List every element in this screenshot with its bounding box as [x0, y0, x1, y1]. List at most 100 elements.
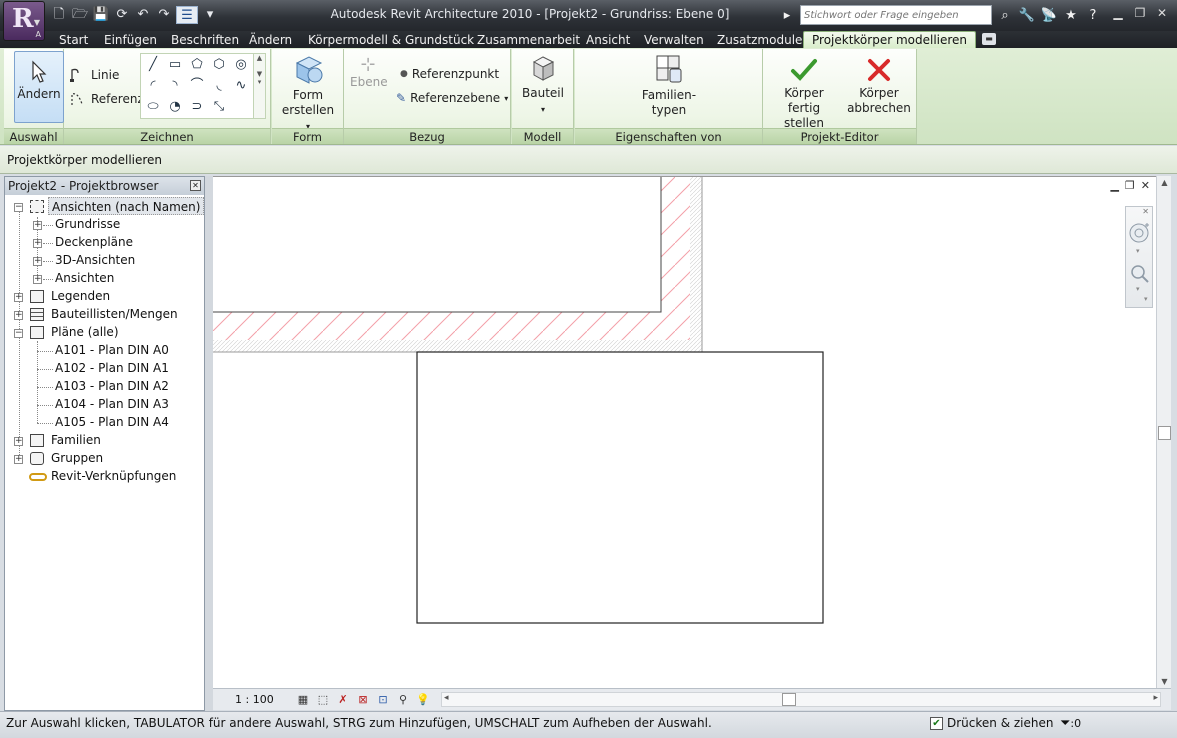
selection-filter[interactable]: ⏷:0 — [1060, 712, 1081, 735]
switch-windows-icon[interactable]: ☰ — [176, 6, 198, 24]
tab-manage[interactable]: Verwalten — [644, 32, 704, 48]
tree-expander-collapse[interactable]: − — [14, 203, 23, 212]
mass-rectangle[interactable] — [416, 351, 824, 624]
draw-polygon-icon[interactable]: ⬠ — [187, 55, 207, 75]
horizontal-scrollbar[interactable]: ◂ ▸ — [441, 692, 1161, 707]
view-scale[interactable]: 1 : 100 — [235, 693, 274, 706]
tab-addins[interactable]: Zusatzmodule — [717, 32, 802, 48]
component-button[interactable]: Bauteil ▾ — [518, 53, 568, 117]
tab-collaborate[interactable]: Zusammenarbeit — [477, 32, 580, 48]
close-icon[interactable]: ✕ — [190, 180, 201, 191]
tree-expander-expand[interactable]: + — [14, 437, 23, 446]
tab-start[interactable]: Start — [59, 32, 88, 48]
tree-item-sheet[interactable]: A103 - Plan DIN A2 — [55, 377, 169, 395]
tree-item-ceiling-plans[interactable]: Deckenpläne — [55, 233, 133, 251]
tree-expander-collapse[interactable]: − — [14, 329, 23, 338]
tab-annotate[interactable]: Beschriften — [171, 32, 239, 48]
tree-item-views[interactable]: Ansichten (nach Namen) — [48, 197, 205, 215]
tree-expander-expand[interactable]: + — [14, 455, 23, 464]
sync-icon[interactable]: ⟳ — [113, 6, 131, 24]
restore-icon[interactable]: ❐ — [1131, 4, 1149, 22]
draw-partial-ellipse-icon[interactable]: ◔ — [165, 97, 185, 117]
draw-arc-start-end-icon[interactable]: ◜ — [143, 76, 163, 96]
communication-icon[interactable]: 📡 — [1040, 8, 1058, 23]
draw-ellipse-icon[interactable]: ⬭ — [143, 97, 163, 117]
draw-rectangle-icon[interactable]: ▭ — [165, 55, 185, 75]
cancel-mass-button[interactable]: Körper abbrechen — [845, 57, 913, 116]
crop-view-icon[interactable]: ⊠ — [355, 692, 371, 707]
reference-point-button[interactable]: ● Referenzpunkt — [400, 67, 499, 81]
checkbox-checked-icon[interactable]: ✔ — [930, 716, 943, 730]
expand-search-icon[interactable]: ▸ — [778, 8, 796, 23]
subscription-icon[interactable]: 🔧 — [1018, 8, 1036, 23]
reference-button[interactable]: Referenz — [69, 91, 144, 107]
minimize-icon[interactable]: ▁ — [1110, 179, 1118, 192]
close-icon[interactable]: ✕ — [1153, 4, 1171, 22]
wall-hatch-region[interactable] — [213, 177, 690, 340]
shadows-off-icon[interactable]: ✗ — [335, 692, 351, 707]
draw-circle-icon[interactable]: ◎ — [231, 55, 251, 75]
help-icon[interactable]: ? — [1084, 8, 1102, 23]
redo-icon[interactable]: ↷ — [155, 6, 173, 24]
restore-icon[interactable]: ❐ — [1125, 179, 1135, 192]
favorites-star-icon[interactable]: ★ — [1062, 8, 1080, 23]
search-input[interactable] — [800, 5, 992, 25]
tree-expander-expand[interactable]: + — [14, 293, 23, 302]
tree-item-3d-views[interactable]: 3D-Ansichten — [55, 251, 135, 269]
new-file-icon[interactable]: 🗋 — [50, 6, 68, 24]
steering-wheel-icon[interactable] — [1128, 221, 1152, 245]
chevron-down-icon[interactable]: ▾ — [1136, 247, 1140, 255]
tree-item-revit-links[interactable]: Revit-Verknüpfungen — [51, 467, 176, 485]
undo-icon[interactable]: ↶ — [134, 6, 152, 24]
draw-point-icon[interactable]: ⊃ — [187, 97, 207, 117]
zoom-icon[interactable] — [1129, 263, 1151, 285]
draw-tangent-arc-icon[interactable]: ⌒ — [187, 76, 207, 96]
level-button[interactable]: ⊹ Ebene — [350, 56, 388, 90]
tab-model-inplace-mass[interactable]: Projektkörper modellieren — [803, 31, 977, 49]
tree-item-sheet[interactable]: A105 - Plan DIN A4 — [55, 413, 169, 431]
draw-circumscribed-polygon-icon[interactable]: ⬡ — [209, 55, 229, 75]
tree-item-sheet[interactable]: A102 - Plan DIN A1 — [55, 359, 169, 377]
reveal-hidden-icon[interactable]: 💡 — [415, 692, 431, 707]
tree-item-sheet[interactable]: A101 - Plan DIN A0 — [55, 341, 169, 359]
vertical-scrollbar[interactable]: ▲ ▼ — [1156, 176, 1171, 688]
tree-item-families[interactable]: Familien — [51, 431, 101, 449]
application-menu-button[interactable]: R A ▼ — [3, 1, 45, 41]
tab-massing-site[interactable]: Körpermodell & Grundstück — [308, 32, 474, 48]
tab-modify[interactable]: Ändern — [249, 32, 292, 48]
tree-expander-expand[interactable]: + — [33, 275, 42, 284]
gallery-scroll[interactable]: ▲ ▼ ▾ — [253, 54, 265, 118]
temporary-hide-icon[interactable]: ⚲ — [395, 692, 411, 707]
line-button[interactable]: Linie — [69, 67, 119, 83]
finish-mass-button[interactable]: Körper fertig stellen — [767, 57, 841, 131]
wall-inner-line[interactable] — [213, 177, 662, 313]
close-icon[interactable]: ✕ — [1142, 207, 1149, 216]
tree-expander-expand[interactable]: + — [33, 239, 42, 248]
open-folder-icon[interactable]: 🗁 — [71, 6, 89, 24]
nav-bar-options-icon[interactable]: ▾ — [1144, 295, 1148, 303]
modify-button[interactable]: Ändern — [14, 51, 64, 123]
scroll-right-icon[interactable]: ▸ — [1153, 693, 1158, 703]
draw-spline-icon[interactable]: ∿ — [231, 76, 251, 96]
tree-item-sheet[interactable]: A104 - Plan DIN A3 — [55, 395, 169, 413]
tab-insert[interactable]: Einfügen — [104, 32, 157, 48]
pick-lines-icon[interactable]: ⤡ — [209, 97, 229, 117]
binoculars-icon[interactable]: ⌕ — [996, 8, 1014, 23]
ribbon-minimize-icon[interactable]: ▬ — [982, 33, 996, 45]
tree-item-groups[interactable]: Gruppen — [51, 449, 103, 467]
tree-item-schedules[interactable]: Bauteillisten/Mengen — [51, 305, 178, 323]
visual-style-icon[interactable]: ⬚ — [315, 692, 331, 707]
detail-level-icon[interactable]: ▦ — [295, 692, 311, 707]
minimize-icon[interactable]: ▁ — [1109, 4, 1127, 22]
create-form-button[interactable]: Form erstellen ▾ — [280, 53, 336, 134]
drawing-area[interactable]: ▁ ❐ ✕ — [213, 176, 1156, 688]
draw-fillet-arc-icon[interactable]: ◟ — [209, 76, 229, 96]
scroll-up-icon[interactable]: ▲ — [1157, 178, 1172, 187]
scroll-down-icon[interactable]: ▼ — [1157, 677, 1172, 686]
tree-expander-expand[interactable]: + — [14, 311, 23, 320]
show-crop-region-icon[interactable]: ⊡ — [375, 692, 391, 707]
draw-line-icon[interactable]: ╱ — [143, 55, 163, 75]
tree-item-sheets[interactable]: Pläne (alle) — [51, 323, 119, 341]
family-types-button[interactable]: Familien- typen — [629, 53, 709, 118]
scroll-thumb[interactable] — [1158, 426, 1171, 440]
